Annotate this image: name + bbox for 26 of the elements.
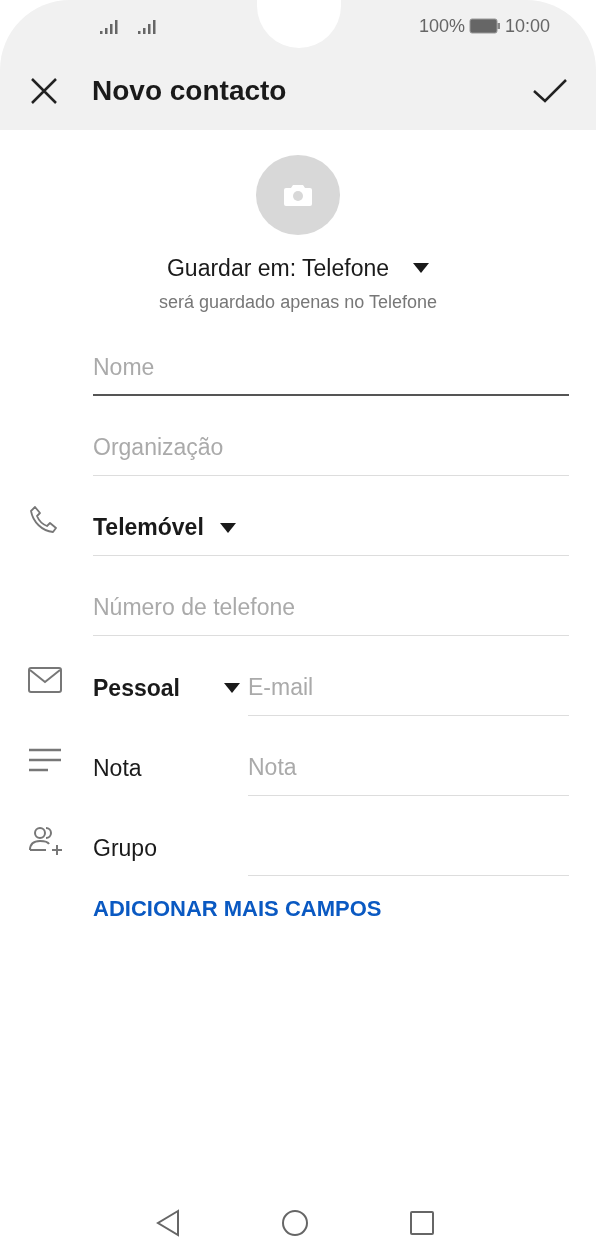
camera-icon <box>284 183 312 206</box>
battery-icon <box>468 18 501 34</box>
page-title: Novo contacto <box>92 74 287 108</box>
battery-percent: 100% <box>418 14 465 38</box>
text-field[interactable]: Nome <box>93 349 569 385</box>
checkmark-icon[interactable] <box>532 78 568 104</box>
text-field[interactable]: Número de telefone <box>93 590 569 625</box>
caret-icon <box>413 262 429 273</box>
phone-type-dropdown[interactable]: Telemóvel <box>93 510 236 545</box>
add-group-icon <box>27 824 63 856</box>
clock: 10:00 <box>504 14 550 38</box>
field-label: Nota <box>93 753 142 783</box>
text-field[interactable]: Nota <box>248 750 569 785</box>
mail-icon <box>27 664 63 696</box>
field-label: Grupo <box>93 833 157 863</box>
add-fields-link[interactable]: ADICIONAR MAIS CAMPOS <box>93 896 382 921</box>
recents-icon[interactable] <box>409 1210 435 1236</box>
back-icon[interactable] <box>155 1209 181 1237</box>
text-field[interactable]: E-mail <box>248 670 569 705</box>
storage-dropdown[interactable]: Guardar em: Telefone <box>166 250 429 285</box>
caret-icon <box>224 683 240 693</box>
text-field[interactable]: Organização <box>93 430 569 465</box>
email-type-dropdown[interactable]: Pessoal <box>93 660 248 716</box>
caret-icon <box>219 522 236 533</box>
home-icon[interactable] <box>281 1209 309 1237</box>
storage-note: será guardado apenas no Telefone <box>159 291 437 314</box>
